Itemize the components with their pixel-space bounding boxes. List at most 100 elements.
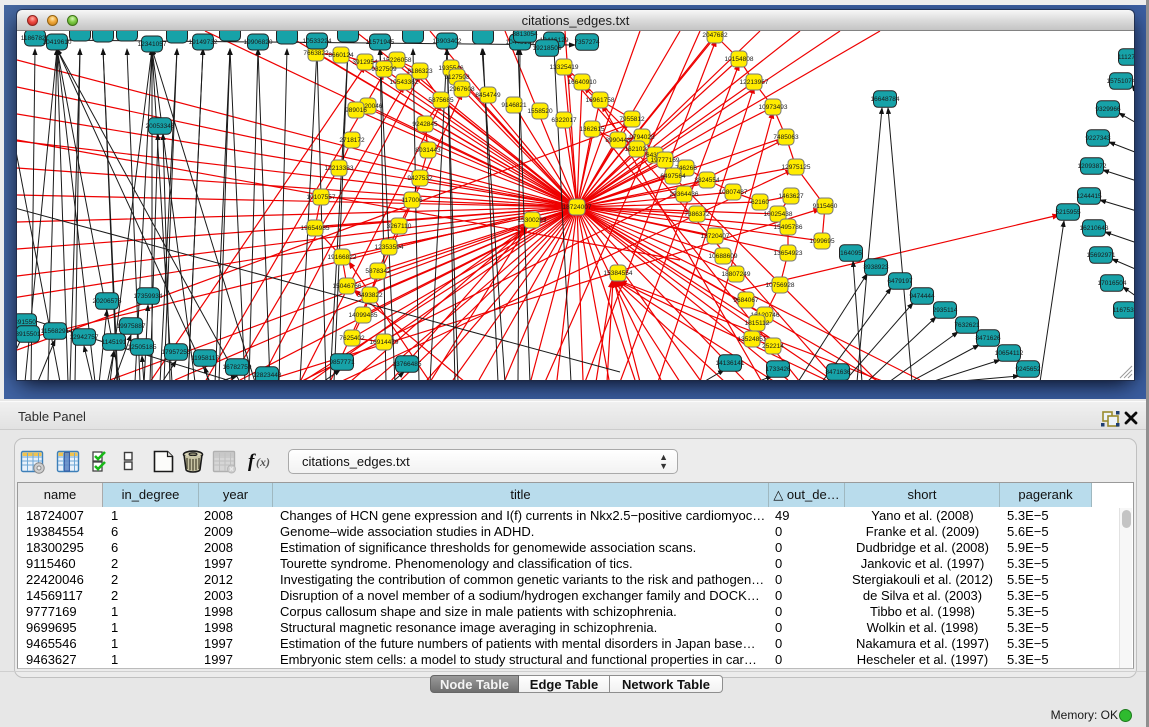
svg-text:10543362: 10543362 [390,79,419,86]
svg-text:17359934: 17359934 [134,293,163,300]
svg-text:164095: 164095 [840,250,862,257]
svg-text:8471636: 8471636 [825,369,851,376]
svg-text:16914479: 16914479 [370,339,399,346]
svg-text:f: f [248,451,256,472]
svg-text:9127508: 9127508 [444,74,470,81]
svg-text:8471626: 8471626 [975,335,1001,342]
svg-text:13524851: 13524851 [738,336,767,343]
svg-text:11571945: 11571945 [366,39,395,46]
svg-text:5878342: 5878342 [365,268,391,275]
svg-text:3915501: 3915501 [17,331,41,338]
svg-text:16648784: 16648784 [871,96,900,103]
svg-text:15046766: 15046766 [333,283,362,290]
svg-text:7632621: 7632621 [954,322,980,329]
svg-text:1362615: 1362615 [579,126,605,133]
svg-text:19149732: 19149732 [189,39,218,46]
svg-text:10107557: 10107557 [307,194,336,201]
svg-text:13720407: 13720407 [701,233,730,240]
svg-text:11568291: 11568291 [41,328,70,335]
svg-text:1815112: 1815112 [745,320,770,327]
svg-text:12213967: 12213967 [740,79,769,86]
svg-text:2047682: 2047682 [702,32,728,39]
svg-text:10654112: 10654112 [995,350,1024,357]
svg-text:20053346: 20053346 [146,123,175,130]
svg-text:19166822: 19166822 [328,254,357,261]
svg-text:117006: 117006 [401,197,423,204]
svg-text:19218506: 19218506 [533,45,562,52]
svg-text:8186323: 8186323 [407,68,433,75]
svg-text:15751074: 15751074 [1107,78,1134,85]
svg-text:12353594: 12353594 [375,244,404,251]
svg-text:9146821: 9146821 [501,102,527,109]
svg-text:10756928: 10756928 [766,282,795,289]
svg-text:18724007: 18724007 [563,204,592,211]
svg-text:10154808: 10154808 [725,56,754,63]
svg-text:7663822: 7663822 [303,50,329,57]
svg-text:1463627: 1463627 [778,193,804,200]
svg-text:1733426: 1733426 [765,366,791,373]
svg-text:62160: 62160 [751,199,769,206]
svg-text:3493822: 3493822 [357,292,383,299]
svg-text:10688609: 10688609 [709,253,738,260]
svg-text:19906820: 19906820 [244,39,273,46]
svg-text:1244415: 1244415 [1076,193,1102,200]
svg-text:1558520: 1558520 [527,108,553,115]
svg-text:20206576: 20206576 [93,298,122,305]
svg-text:3824554: 3824554 [694,177,720,184]
svg-text:15384554: 15384554 [604,270,633,277]
svg-text:13325419: 13325419 [550,64,579,71]
svg-text:9474444: 9474444 [909,293,935,300]
svg-text:8660124: 8660124 [328,52,354,59]
svg-text:9327509: 9327509 [371,66,397,73]
svg-text:9329966: 9329966 [1095,106,1121,113]
svg-text:7386372: 7386372 [684,211,710,218]
svg-text:9684067: 9684067 [733,297,759,304]
svg-text:10025438: 10025438 [764,211,793,218]
svg-text:8813054: 8813054 [512,31,538,38]
svg-text:19654985: 19654985 [301,225,330,232]
svg-text:14136141: 14136141 [716,360,745,367]
svg-text:9427532: 9427532 [407,175,433,182]
svg-text:6322017: 6322017 [551,117,577,124]
svg-text:14099485: 14099485 [349,312,378,319]
svg-text:10533224: 10533224 [303,38,332,45]
svg-text:989016: 989016 [345,107,367,114]
svg-text:15300293: 15300293 [518,217,547,224]
svg-text:11958117: 11958117 [191,355,219,362]
svg-text:1112745: 1112745 [1118,54,1134,61]
svg-text:7357274: 7357274 [574,39,600,46]
svg-text:10419610: 10419610 [43,39,72,46]
svg-text:8031443: 8031443 [415,147,441,154]
svg-text:7955812: 7955812 [619,116,645,123]
svg-text:12505185: 12505185 [128,344,157,351]
svg-text:5215955: 5215955 [1055,209,1081,216]
svg-text:18807249: 18807249 [722,271,751,278]
svg-text:12093872: 12093872 [1078,163,1107,170]
svg-text:3912954: 3912954 [352,59,378,66]
svg-text:9115460: 9115460 [813,203,838,210]
svg-text:12341057: 12341057 [138,41,167,48]
svg-text:9242845: 9242845 [412,121,438,128]
svg-text:2718172: 2718172 [339,137,365,144]
svg-text:8990448: 8990448 [605,137,631,144]
svg-text:1099695: 1099695 [809,238,835,245]
svg-text:9227343: 9227343 [1085,135,1111,142]
svg-text:12975125: 12975125 [782,164,811,171]
svg-text:10807487: 10807487 [719,189,748,196]
svg-text:16640910: 16640910 [568,79,597,86]
svg-text:9794028: 9794028 [629,134,655,141]
svg-text:8938923: 8938923 [863,264,889,271]
svg-text:6497564: 6497564 [660,173,686,180]
svg-text:13654923: 13654923 [774,250,803,257]
svg-text:(x): (x) [256,455,270,469]
svg-text:1167533: 1167533 [1113,307,1134,314]
svg-text:19975887: 19975887 [117,323,146,330]
svg-text:12942757: 12942757 [70,334,99,341]
svg-text:9245652: 9245652 [1015,366,1041,373]
svg-text:16961758: 16961758 [586,97,615,104]
svg-text:15495786: 15495786 [774,224,803,231]
svg-text:1145191: 1145191 [102,339,127,346]
svg-text:17957255: 17957255 [162,349,191,356]
svg-text:16782759: 16782759 [223,364,252,371]
svg-text:13903402: 13903402 [433,38,462,45]
